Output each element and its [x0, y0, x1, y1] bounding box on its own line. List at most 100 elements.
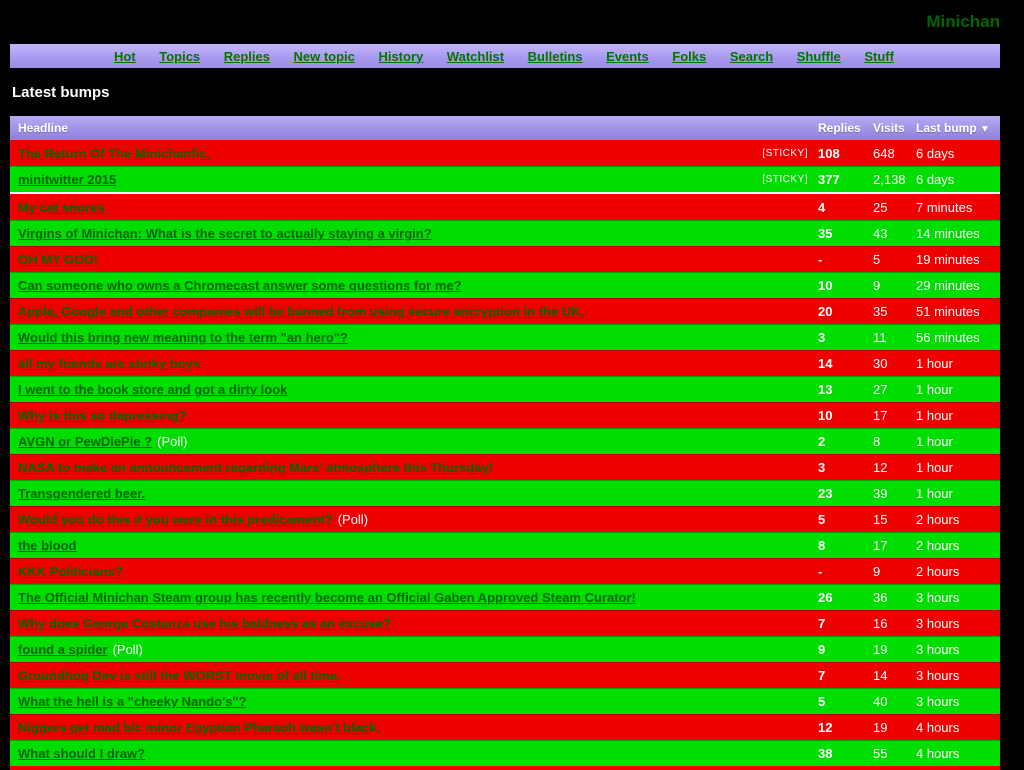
thread-link[interactable]: Virgins of Minichan: What is the secret … [18, 226, 432, 241]
thread-last-bump: 6 days [916, 172, 955, 187]
thread-headline-cell: Why does George Costanza use his baldnes… [18, 616, 818, 631]
thread-headline-cell: AVGN or PewDiePie ? (Poll) [18, 434, 818, 449]
thread-replies-count: 108 [818, 145, 840, 161]
nav-link-stuff[interactable]: Stuff [864, 49, 894, 64]
thread-replies-count: 10 [818, 278, 833, 293]
thread-last-bump: 3 hours [916, 668, 960, 683]
thread-visits-count: 39 [873, 486, 888, 501]
thread-headline-cell: I went to the book store and got a dirty… [18, 382, 818, 397]
thread-link[interactable]: OH MY GOD! [18, 252, 98, 267]
nav-link-watchlist[interactable]: Watchlist [447, 49, 504, 64]
thread-link[interactable]: KKK Politicians? [18, 564, 123, 579]
thread-link[interactable]: Why is this so depressing? [18, 408, 186, 423]
thread-last-bump: 1 hour [916, 434, 953, 449]
thread-replies-count: 20 [818, 304, 833, 319]
nav-link-shuffle[interactable]: Shuffle [797, 49, 841, 64]
thread-visits-count: 9 [873, 564, 881, 579]
thread-link[interactable]: Niggers get mad b/c minor Egyptian Phara… [18, 720, 380, 735]
thread-link[interactable]: What should I draw? [18, 746, 145, 761]
thread-headline-cell: My cat snores [18, 200, 818, 215]
thread-headline-cell: KKK Politicians? [18, 564, 818, 579]
nav-link-new-topic[interactable]: New topic [294, 49, 355, 64]
thread-replies-count: 35 [818, 226, 833, 241]
poll-tag: (Poll) [337, 512, 369, 527]
thread-replies-count: 5 [818, 512, 826, 527]
thread-link[interactable]: Apple, Google and other companies will b… [18, 304, 584, 319]
thread-replies-count: 9 [818, 642, 826, 657]
thread-replies-count: 3 [818, 330, 826, 345]
nav-link-folks[interactable]: Folks [672, 49, 706, 64]
thread-row: Why is this so depressing? 10 17 1 hour [10, 402, 1000, 428]
thread-link[interactable]: the blood [18, 538, 77, 553]
thread-visits-count: 9 [873, 278, 881, 293]
thread-row: KKK Politicians? - 9 2 hours [10, 558, 1000, 584]
thread-link[interactable]: What the hell is a "cheeky Nando's"? [18, 694, 247, 709]
top-bar: Minichan [0, 0, 1024, 44]
site-logo[interactable]: Minichan [926, 12, 1000, 32]
thread-headline-cell: The Return Of The Minichanfic. [STICKY] [18, 146, 818, 161]
thread-last-bump: 7 minutes [916, 199, 973, 215]
thread-last-bump: 1 hour [916, 382, 953, 397]
thread-link[interactable]: found a spider [18, 642, 108, 657]
thread-link[interactable]: The Return Of The Minichanfic. [18, 146, 210, 161]
col-replies[interactable]: Replies [818, 121, 873, 135]
thread-link[interactable]: Transgendered beer. [18, 486, 145, 501]
thread-headline-cell: Transgendered beer. [18, 486, 818, 501]
thread-row: NASA to make an announcement regarding M… [10, 454, 1000, 480]
thread-row: Would you do this if you were in this pr… [10, 506, 1000, 532]
thread-replies-count: 13 [818, 382, 833, 397]
thread-headline-cell: Would this bring new meaning to the term… [18, 330, 818, 345]
threads-table-body: The Return Of The Minichanfic. [STICKY] 10… [10, 140, 1000, 766]
col-last-bump-label: Last bump [916, 121, 977, 135]
thread-link[interactable]: Can someone who owns a Chromecast answer… [18, 278, 462, 293]
threads-table: Headline Replies Visits Last bump ▼ The … [10, 116, 1000, 770]
col-headline[interactable]: Headline [18, 121, 818, 135]
thread-headline-cell: OH MY GOD! [18, 252, 818, 267]
thread-headline-cell: Apple, Google and other companies will b… [18, 304, 818, 319]
thread-link[interactable]: minitwitter 2015 [18, 172, 116, 187]
thread-visits-count: 12 [873, 460, 888, 475]
nav: Hot Topics Replies New topic History Watchlis… [10, 44, 1000, 68]
thread-row: OH MY GOD! - 5 19 minutes [10, 246, 1000, 272]
thread-replies-count: 14 [818, 356, 833, 371]
thread-last-bump: 14 minutes [916, 226, 980, 241]
thread-row: all my friends are stinky boys 14 30 1 hour [10, 350, 1000, 376]
thread-link[interactable]: Would this bring new meaning to the term… [18, 330, 348, 345]
thread-link[interactable]: The Official Minichan Steam group has re… [18, 590, 636, 605]
thread-link[interactable]: all my friends are stinky boys [18, 356, 200, 371]
thread-visits-count: 17 [873, 408, 888, 423]
thread-row: Virgins of Minichan: What is the secret … [10, 220, 1000, 246]
nav-link-bulletins[interactable]: Bulletins [528, 49, 583, 64]
thread-visits-count: 19 [873, 720, 888, 735]
thread-replies-count: 3 [818, 460, 826, 475]
thread-row: The Official Minichan Steam group has re… [10, 584, 1000, 610]
thread-link[interactable]: Would you do this if you were in this pr… [18, 512, 333, 527]
thread-headline-cell: Niggers get mad b/c minor Egyptian Phara… [18, 720, 818, 735]
thread-replies-count: 10 [818, 408, 833, 423]
thread-last-bump: 51 minutes [916, 304, 980, 319]
thread-link[interactable]: Groundhog Day is still the WORST movie o… [18, 668, 341, 683]
thread-last-bump: 1 hour [916, 486, 953, 501]
thread-link[interactable]: AVGN or PewDiePie ? [18, 434, 152, 449]
poll-tag: (Poll) [157, 434, 188, 449]
nav-link-history[interactable]: History [378, 49, 423, 64]
thread-replies-count: 38 [818, 746, 833, 761]
thread-last-bump: 19 minutes [916, 252, 980, 267]
thread-link[interactable]: My cat snores [18, 200, 105, 215]
thread-replies-count: 7 [818, 668, 826, 683]
nav-link-topics[interactable]: Topics [159, 49, 200, 64]
nav-link-replies[interactable]: Replies [224, 49, 270, 64]
thread-headline-cell: Can someone who owns a Chromecast answer… [18, 278, 818, 293]
thread-link[interactable]: I went to the book store and got a dirty… [18, 382, 287, 397]
thread-replies-count: - [818, 564, 823, 579]
thread-headline-cell: Groundhog Day is still the WORST movie o… [18, 668, 818, 683]
thread-row: Would this bring new meaning to the term… [10, 324, 1000, 350]
thread-last-bump: 3 hours [916, 590, 960, 605]
thread-link[interactable]: Why does George Costanza use his baldnes… [18, 616, 391, 631]
col-last-bump[interactable]: Last bump ▼ [916, 121, 1000, 135]
nav-link-hot[interactable]: Hot [114, 49, 136, 64]
col-visits[interactable]: Visits [873, 121, 916, 135]
nav-link-events[interactable]: Events [606, 49, 649, 64]
thread-link[interactable]: NASA to make an announcement regarding M… [18, 460, 493, 475]
nav-link-search[interactable]: Search [730, 49, 773, 64]
